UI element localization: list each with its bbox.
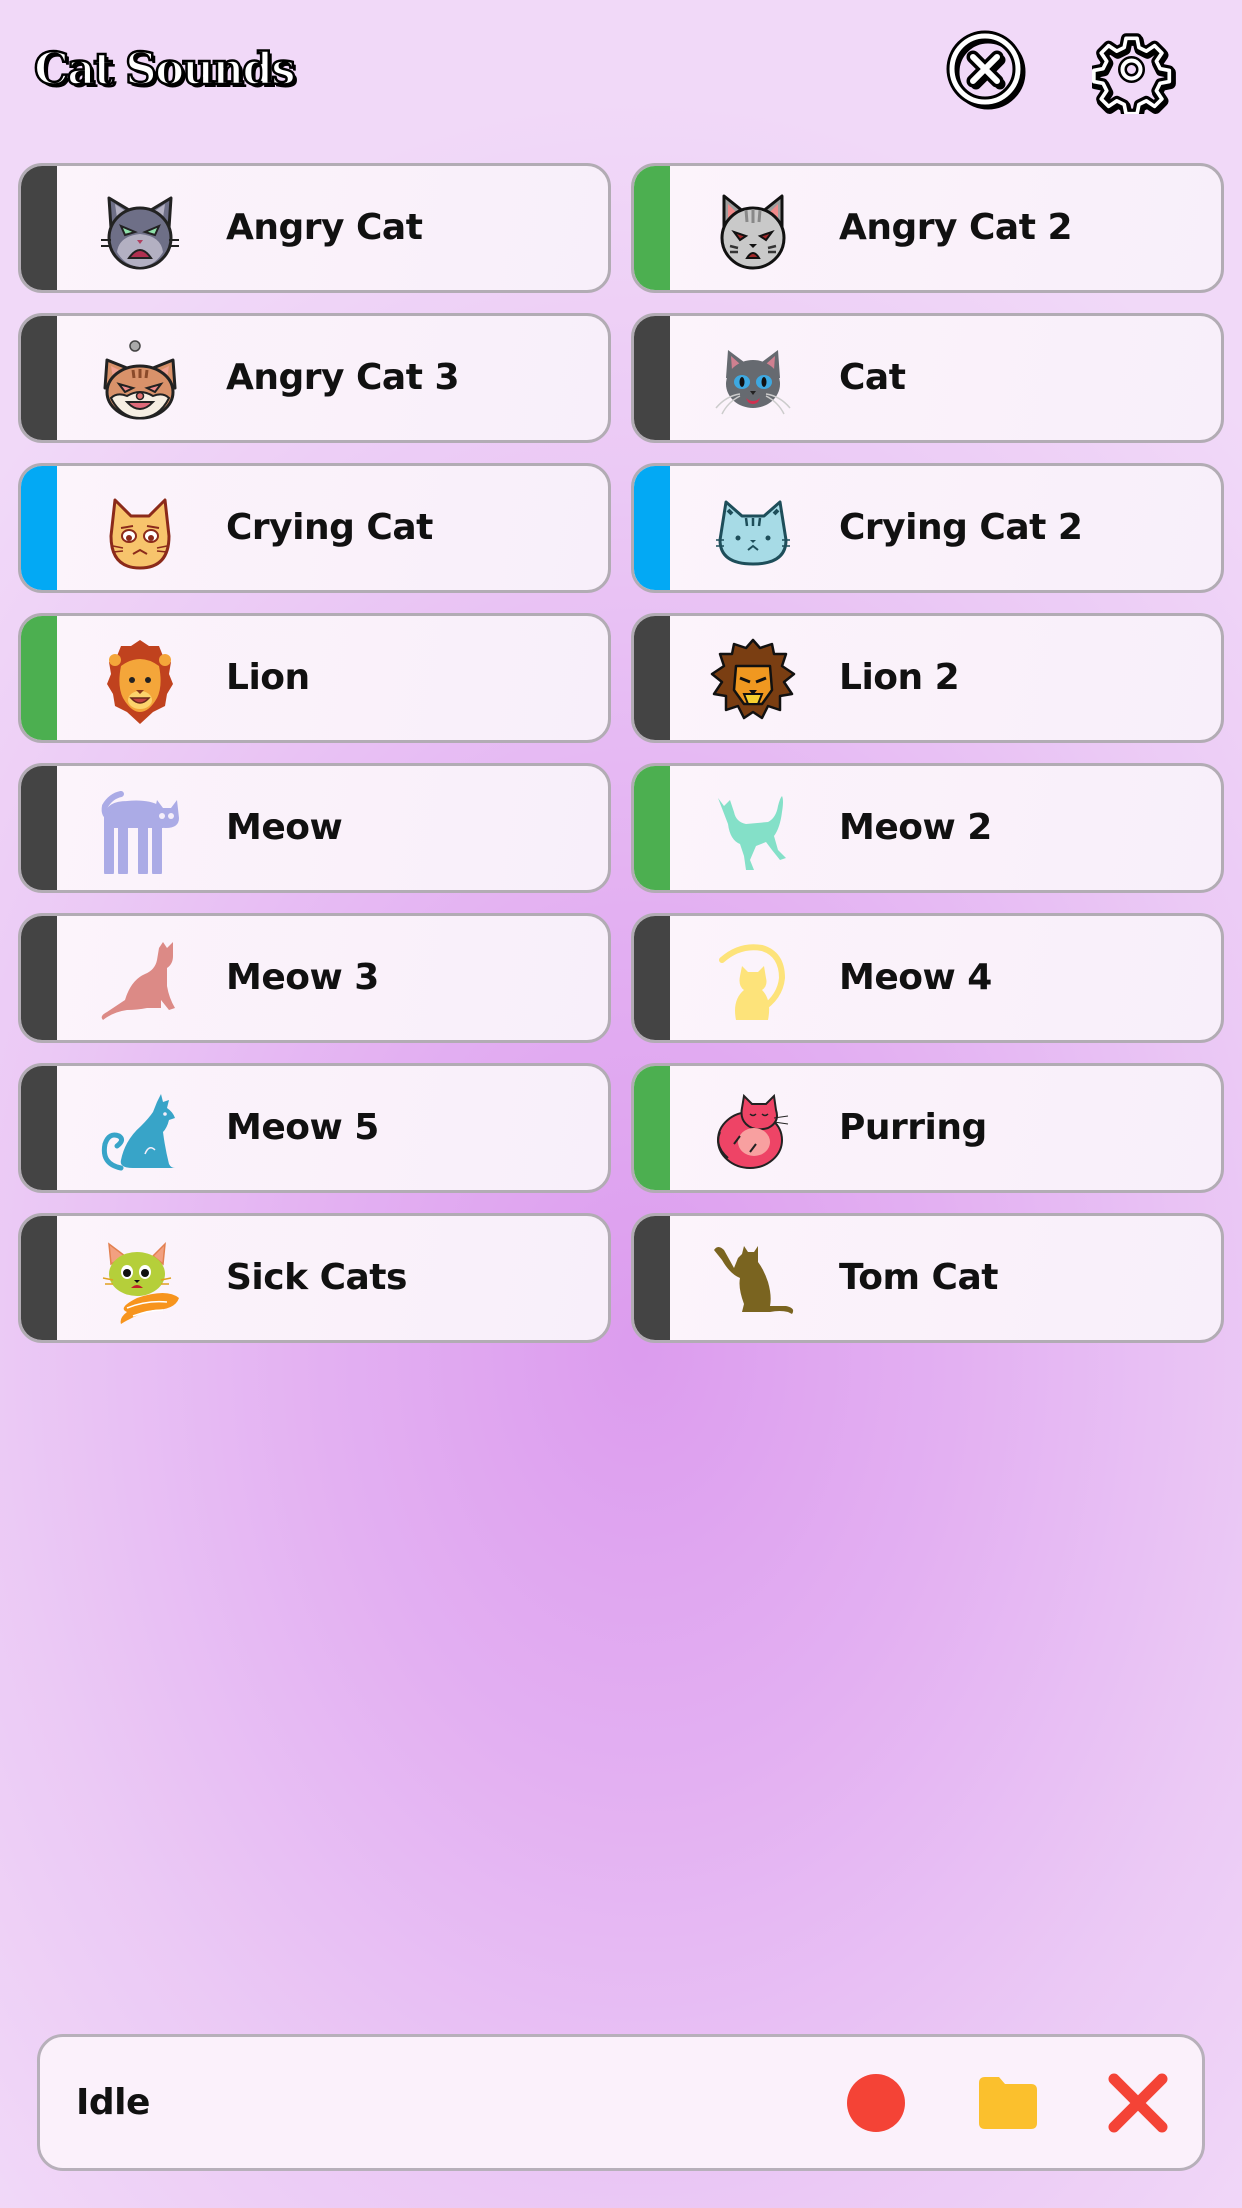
angry-cat-gray-icon: [97, 188, 183, 274]
crying-cat-blue-icon: [710, 488, 796, 574]
card-stripe: [634, 1216, 670, 1340]
close-app-button[interactable]: [946, 30, 1030, 114]
sound-button-tom-cat[interactable]: Tom Cat: [631, 1213, 1224, 1343]
sound-label: Sick Cats: [226, 1257, 407, 1298]
sitting-cat-pink-icon: [97, 938, 183, 1024]
card-stripe: [634, 1066, 670, 1190]
walking-cat-mint-icon: [710, 788, 796, 874]
sound-label: Angry Cat 3: [226, 357, 460, 398]
sound-button-lion-2[interactable]: Lion 2: [631, 613, 1224, 743]
sitting-cat-teal-icon: [97, 1088, 183, 1174]
crying-cat-yellow-icon: [97, 488, 183, 574]
sound-button-meow-5[interactable]: Meow 5: [18, 1063, 611, 1193]
sound-button-angry-cat-3[interactable]: Angry Cat 3: [18, 313, 611, 443]
pawing-cat-olive-icon: [710, 1238, 796, 1324]
arched-cat-lavender-icon: [97, 788, 183, 877]
card-stripe: [21, 616, 57, 740]
card-stripe: [634, 466, 670, 590]
card-stripe: [21, 466, 57, 590]
card-stripe: [21, 1216, 57, 1340]
open-folder-button[interactable]: [975, 2071, 1039, 2135]
sound-button-meow-3[interactable]: Meow 3: [18, 913, 611, 1043]
sound-label: Angry Cat 2: [839, 207, 1073, 248]
sound-label: Angry Cat: [226, 207, 423, 248]
sound-button-angry-cat-2[interactable]: Angry Cat 2: [631, 163, 1224, 293]
close-x-icon: [1108, 2073, 1168, 2133]
sound-button-purring[interactable]: Purring: [631, 1063, 1224, 1193]
siamese-cat-icon: [710, 338, 796, 424]
sound-label: Lion 2: [839, 657, 960, 698]
stop-button[interactable]: [1106, 2071, 1170, 2135]
sound-label: Lion: [226, 657, 310, 698]
folder-icon: [979, 2077, 1037, 2129]
card-stripe: [21, 316, 57, 440]
card-stripe: [634, 316, 670, 440]
angry-cat-tabby-icon: [710, 188, 796, 274]
sound-label: Meow 2: [839, 807, 992, 848]
sound-label: Crying Cat 2: [839, 507, 1083, 548]
sound-label: Purring: [839, 1107, 987, 1148]
circle-x-icon: [946, 30, 1026, 110]
sound-label: Meow 4: [839, 957, 992, 998]
card-stripe: [634, 166, 670, 290]
lion-cartoon-icon: [97, 638, 183, 724]
sound-button-meow-2[interactable]: Meow 2: [631, 763, 1224, 893]
sound-button-meow-4[interactable]: Meow 4: [631, 913, 1224, 1043]
sound-button-crying-cat[interactable]: Crying Cat: [18, 463, 611, 593]
record-icon: [847, 2074, 905, 2132]
sound-button-sick-cats[interactable]: Sick Cats: [18, 1213, 611, 1343]
card-stripe: [634, 916, 670, 1040]
card-stripe: [634, 616, 670, 740]
sound-label: Meow 5: [226, 1107, 379, 1148]
sound-button-cat[interactable]: Cat: [631, 313, 1224, 443]
sound-button-angry-cat[interactable]: Angry Cat: [18, 163, 611, 293]
status-bar: Idle: [37, 2034, 1205, 2171]
settings-button[interactable]: [1088, 30, 1176, 122]
card-stripe: [21, 166, 57, 290]
card-stripe: [21, 916, 57, 1040]
record-button[interactable]: [844, 2071, 908, 2135]
angry-cat-orange-icon: [97, 338, 183, 424]
status-text: Idle: [76, 2082, 150, 2123]
sound-label: Cat: [839, 357, 906, 398]
curled-cat-pink-icon: [710, 1088, 796, 1174]
sick-cat-green-icon: [97, 1238, 183, 1324]
sound-label: Meow: [226, 807, 343, 848]
sound-label: Tom Cat: [839, 1257, 998, 1298]
sound-label: Crying Cat: [226, 507, 433, 548]
app-title: Cat Sounds: [33, 43, 297, 97]
moon-cat-yellow-icon: [710, 938, 796, 1024]
card-stripe: [21, 1066, 57, 1190]
card-stripe: [634, 766, 670, 890]
lion-mane-icon: [710, 638, 796, 724]
sound-button-lion[interactable]: Lion: [18, 613, 611, 743]
card-stripe: [21, 766, 57, 890]
app-header: Cat Sounds: [0, 0, 1242, 150]
sound-button-crying-cat-2[interactable]: Crying Cat 2: [631, 463, 1224, 593]
sound-button-meow[interactable]: Meow: [18, 763, 611, 893]
sound-label: Meow 3: [226, 957, 379, 998]
gear-icon: [1088, 33, 1176, 122]
